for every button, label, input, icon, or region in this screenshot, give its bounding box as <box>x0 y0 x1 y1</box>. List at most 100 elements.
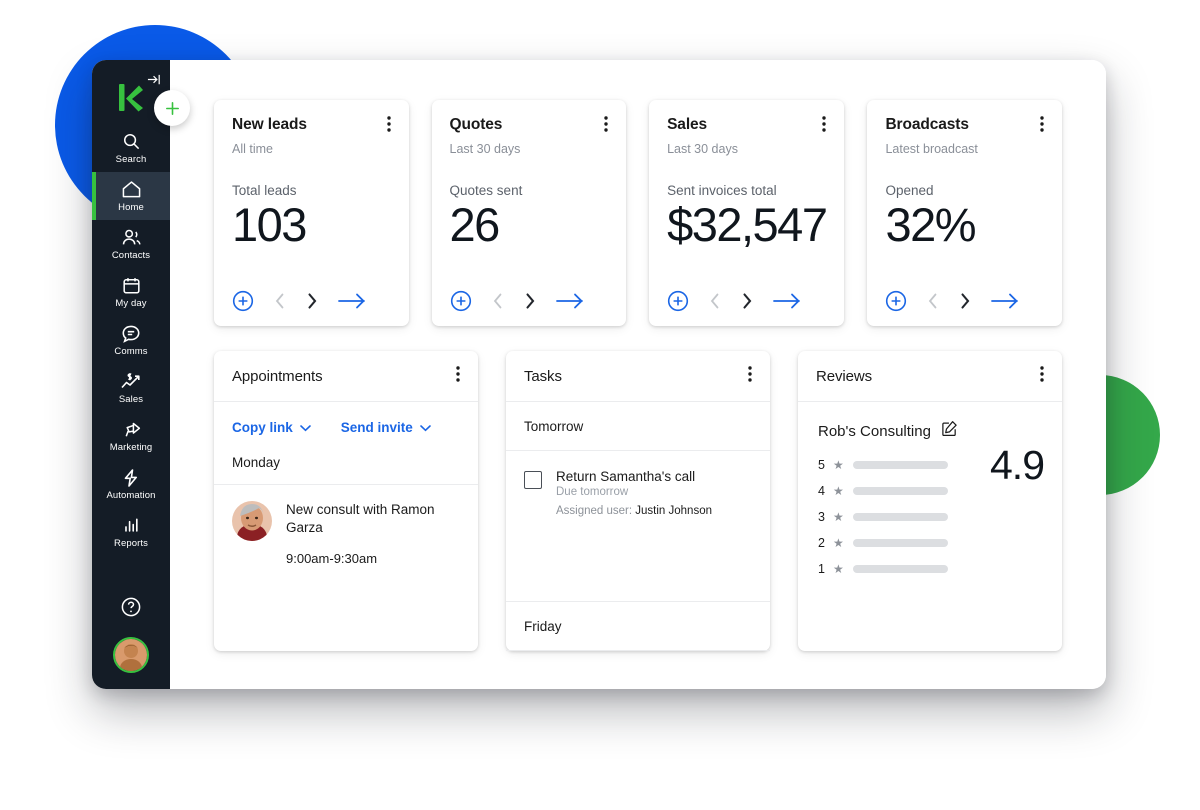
megaphone-icon <box>121 419 142 440</box>
more-vertical-icon[interactable] <box>386 116 391 137</box>
send-invite-button[interactable]: Send invite <box>341 420 431 435</box>
chevron-right-icon[interactable] <box>959 292 971 310</box>
collapse-panel-icon[interactable] <box>147 72 162 92</box>
metric-label: Opened <box>885 183 934 198</box>
list-cards-row: Appointments Copy link Send invite Monda… <box>214 351 1062 651</box>
more-vertical-icon[interactable] <box>456 366 460 387</box>
sidebar-item-label: My day <box>115 298 147 309</box>
card-title: Tasks <box>524 368 562 385</box>
sidebar-item-home[interactable]: Home <box>92 172 170 220</box>
sidebar-item-label: Contacts <box>111 250 151 261</box>
sidebar-user-avatar[interactable] <box>113 637 149 673</box>
plus-circle-icon[interactable] <box>667 290 689 312</box>
task-assigned-user: Justin Johnson <box>635 505 712 517</box>
edit-square-icon[interactable] <box>941 420 958 442</box>
send-invite-label: Send invite <box>340 420 413 435</box>
task-details: Return Samantha's call Due tomorrow Assi… <box>556 469 712 517</box>
sidebar-item-comms[interactable]: Comms <box>92 316 170 364</box>
chevron-down-icon <box>299 420 311 435</box>
card-new-leads: New leads All time Total leads 103 <box>214 100 409 326</box>
card-subtitle: Last 30 days <box>667 142 738 156</box>
reviews-rating-bars: 5 ★ 4 ★ 3 ★ 2 ★ 1 ★ <box>818 458 980 576</box>
task-name: Return Samantha's call <box>556 469 696 484</box>
sidebar-item-reports[interactable]: Reports <box>92 508 170 556</box>
more-vertical-icon[interactable] <box>748 366 752 387</box>
card-subtitle: Latest broadcast <box>885 142 978 156</box>
sidebar-item-automation[interactable]: Automation <box>92 460 170 508</box>
add-fab-button[interactable] <box>154 90 190 126</box>
sidebar-item-label: Comms <box>114 346 148 357</box>
chevron-left-icon[interactable] <box>709 292 721 310</box>
card-title: Sales <box>667 116 708 133</box>
metric-value: 103 <box>232 198 307 251</box>
plus-circle-icon[interactable] <box>450 290 472 312</box>
arrow-right-icon[interactable] <box>555 292 584 310</box>
card-tasks: Tasks Tomorrow Return Samantha's call Du… <box>506 351 770 651</box>
sidebar-item-contacts[interactable]: Contacts <box>92 220 170 268</box>
reviews-business-name: Rob's Consulting <box>818 422 931 440</box>
appointment-details: New consult with Ramon Garza 9:00am-9:30… <box>286 501 460 566</box>
chevron-left-icon[interactable] <box>274 292 286 310</box>
chevron-right-icon[interactable] <box>524 292 536 310</box>
task-assigned-prefix: Assigned user: <box>556 505 636 517</box>
plus-circle-icon[interactable] <box>885 290 907 312</box>
rating-bar-track <box>852 565 948 573</box>
card-title: Broadcasts <box>885 116 969 133</box>
card-header: New leads <box>232 116 391 137</box>
task-checkbox[interactable] <box>524 471 542 489</box>
keap-logo-k-icon <box>118 83 144 118</box>
rating-bar-track <box>852 513 948 521</box>
more-vertical-icon[interactable] <box>1040 366 1044 387</box>
rating-bar-row: 3 ★ <box>818 510 980 524</box>
rating-bar-row: 1 ★ <box>818 562 980 576</box>
sidebar-item-label: Automation <box>106 490 156 501</box>
card-title: Appointments <box>232 368 323 385</box>
card-header: Tasks <box>506 351 770 402</box>
star-icon: ★ <box>833 458 844 472</box>
card-sales: Sales Last 30 days Sent invoices total $… <box>649 100 845 326</box>
reviews-average-score: 4.9 <box>990 442 1045 488</box>
sidebar: Search Home Contacts My day Comms Sales … <box>92 60 170 689</box>
arrow-right-icon[interactable] <box>338 292 366 310</box>
appointment-title: New consult with Ramon Garza <box>286 502 435 536</box>
help-circle-icon[interactable] <box>120 596 142 623</box>
copy-link-button[interactable]: Copy link <box>232 420 311 435</box>
sidebar-item-label: Home <box>118 202 144 213</box>
chevron-left-icon[interactable] <box>492 292 504 310</box>
star-icon: ★ <box>833 562 844 576</box>
sidebar-item-my-day[interactable]: My day <box>92 268 170 316</box>
arrow-right-icon[interactable] <box>773 292 801 310</box>
chevron-right-icon[interactable] <box>306 292 318 310</box>
arrow-right-icon[interactable] <box>991 292 1019 310</box>
appointment-item[interactable]: New consult with Ramon Garza 9:00am-9:30… <box>214 485 478 566</box>
rating-bar-row: 5 ★ <box>818 458 980 472</box>
card-header: Appointments <box>214 351 478 402</box>
sidebar-item-label: Search <box>115 154 147 165</box>
sidebar-item-marketing[interactable]: Marketing <box>92 412 170 460</box>
sidebar-item-search[interactable]: Search <box>92 124 170 172</box>
card-broadcasts: Broadcasts Latest broadcast Opened 32% <box>867 100 1062 326</box>
card-header: Sales <box>667 116 827 137</box>
card-reviews: Reviews Rob's Consulting 5 ★ 4 ★ 3 ★ 2 ★… <box>798 351 1062 651</box>
chevron-right-icon[interactable] <box>741 292 753 310</box>
task-item[interactable]: Return Samantha's call Due tomorrow Assi… <box>506 451 770 517</box>
reviews-body: Rob's Consulting 5 ★ 4 ★ 3 ★ 2 ★ 1 ★ 4.9 <box>798 402 1062 588</box>
rating-star-count: 3 <box>818 510 825 524</box>
plus-circle-icon[interactable] <box>232 290 254 312</box>
more-vertical-icon[interactable] <box>822 116 827 137</box>
metric-label: Total leads <box>232 183 297 198</box>
rating-star-count: 5 <box>818 458 825 472</box>
lightning-bolt-icon <box>122 467 140 488</box>
sidebar-item-sales[interactable]: Sales <box>92 364 170 412</box>
task-day-label-friday: Friday <box>506 601 770 651</box>
metric-value: 32% <box>885 198 976 251</box>
chevron-left-icon[interactable] <box>927 292 939 310</box>
more-vertical-icon[interactable] <box>1040 116 1044 137</box>
more-vertical-icon[interactable] <box>604 116 608 137</box>
card-title: Reviews <box>816 368 872 385</box>
card-title: New leads <box>232 116 307 133</box>
card-actions <box>667 290 826 326</box>
bar-chart-icon <box>122 515 141 536</box>
task-day-label-tomorrow: Tomorrow <box>506 402 770 451</box>
reviews-breakdown-section: Rob's Consulting 5 ★ 4 ★ 3 ★ 2 ★ 1 ★ <box>818 420 980 588</box>
